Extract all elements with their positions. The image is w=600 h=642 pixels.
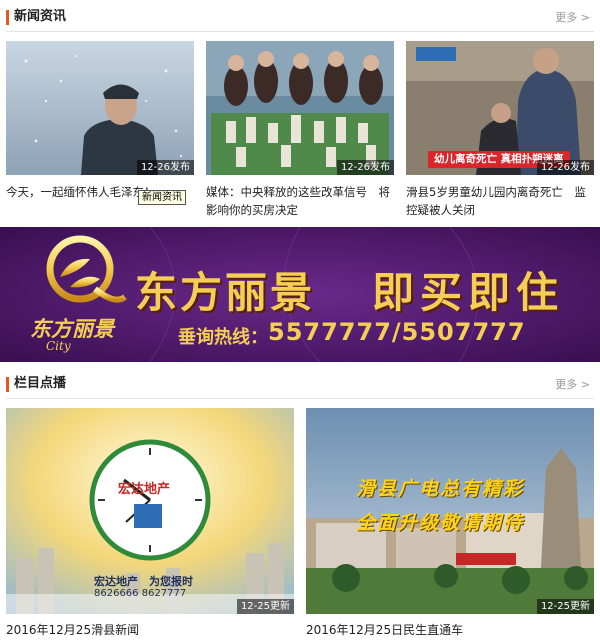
publish-date-badge: 12-26发布: [536, 160, 594, 175]
banner-hotline-number: 5577777/5507777: [268, 318, 526, 346]
clock-ad-phone: 8626666 8627777: [94, 588, 187, 599]
banner-hotline-label: 垂询热线：: [178, 327, 268, 348]
column-thumbnail-2[interactable]: 滑县广电总有精彩 全面升级敬请期待 12-25更新: [306, 408, 594, 614]
clock-ad-slogan: 宏达地产 为您报时: [94, 575, 193, 588]
station-line-2: 全面升级敬请期待: [356, 512, 525, 534]
news-section-title: 新闻资讯: [14, 9, 67, 24]
column-caption-2[interactable]: 2016年12月25日民生直通车: [306, 621, 594, 639]
section-accent-bar: [6, 10, 9, 25]
section-divider: [6, 31, 594, 32]
snow-portrait-image: [6, 41, 194, 175]
property-model-image: [206, 41, 394, 175]
section-accent-bar: [6, 377, 9, 392]
column-section-title: 栏目点播: [14, 376, 67, 391]
station-line-1: 滑县广电总有精彩: [356, 478, 525, 500]
news-caption-2[interactable]: 媒体：中央释放的这些改革信号 将影响你的买房决定: [206, 183, 394, 219]
news-section-header: 新闻资讯 更多 >: [0, 2, 600, 32]
banner-brand-small: 东方丽景: [30, 316, 114, 341]
update-date-badge: 12-25更新: [536, 599, 594, 614]
column-thumbnail-1[interactable]: 宏达地产 宏达地产 为您报时 8626666 8627777 12-25更新: [6, 408, 294, 614]
banner-brand-en: City: [46, 339, 71, 353]
banner-slogan: 即买即住: [372, 268, 565, 317]
update-date-badge: 12-25更新: [236, 599, 294, 614]
publish-date-badge: 12-26发布: [136, 160, 194, 175]
news-thumbnail-3[interactable]: 幼儿离奇死亡 真相扑朔迷离 12-26发布: [406, 41, 594, 175]
column-section-header: 栏目点播 更多 >: [0, 369, 600, 399]
property-banner-ad[interactable]: 东方丽景 即买即住 东方丽景 City 垂询热线： 5577777/550777…: [0, 227, 600, 362]
news-thumbnail-1[interactable]: 12-26发布: [6, 41, 194, 175]
clock-ad-logo: 宏达地产: [118, 482, 171, 497]
news-more-link[interactable]: 更多 >: [555, 10, 590, 26]
news-caption-3[interactable]: 滑县5岁男童幼儿园内离奇死亡 监控疑被人关闭: [406, 183, 594, 219]
news-thumbnail-2[interactable]: 12-26发布: [206, 41, 394, 175]
column-caption-1[interactable]: 2016年12月25滑县新闻: [6, 621, 294, 639]
publish-date-badge: 12-26发布: [336, 160, 394, 175]
column-more-link[interactable]: 更多 >: [555, 377, 590, 393]
banner-brand-title: 东方丽景: [135, 268, 316, 317]
hover-tooltip: 新闻资讯: [138, 190, 186, 205]
section-divider: [6, 398, 594, 399]
